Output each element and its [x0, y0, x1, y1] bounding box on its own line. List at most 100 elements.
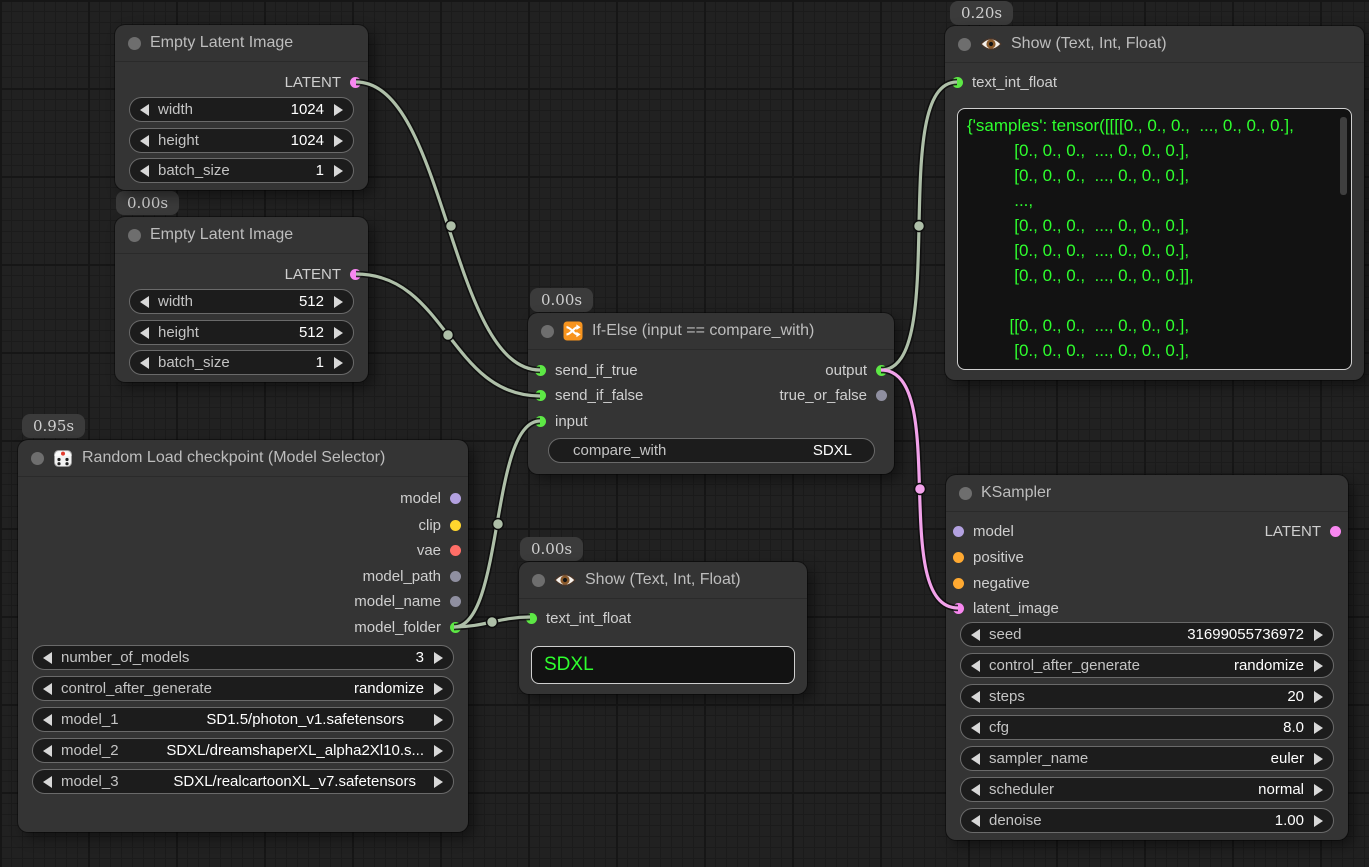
decrement-arrow-icon[interactable]: [43, 745, 52, 757]
decrement-arrow-icon[interactable]: [971, 784, 980, 796]
decrement-arrow-icon[interactable]: [971, 815, 980, 827]
node-empty-latent-image-1[interactable]: Empty Latent Image LATENT width 1024 hei…: [115, 25, 368, 190]
input-slot-negative[interactable]: negative: [953, 570, 1030, 596]
output-slot-clip[interactable]: clip: [418, 512, 461, 538]
widget-control-after-generate[interactable]: control_after_generate randomize: [32, 676, 454, 701]
slot-dot[interactable]: [876, 390, 887, 401]
node-title-bar[interactable]: If-Else (input == compare_with): [528, 313, 894, 350]
increment-arrow-icon[interactable]: [1314, 660, 1323, 672]
output-slot-latent[interactable]: LATENT: [285, 69, 361, 95]
decrement-arrow-icon[interactable]: [971, 660, 980, 672]
output-slot-true-or-false[interactable]: true_or_false: [779, 382, 887, 408]
decrement-arrow-icon[interactable]: [140, 135, 149, 147]
output-slot-model-name[interactable]: model_name: [354, 588, 461, 614]
widget-steps[interactable]: steps 20: [960, 684, 1334, 709]
increment-arrow-icon[interactable]: [334, 135, 343, 147]
node-title-bar[interactable]: Random Load checkpoint (Model Selector): [18, 440, 468, 477]
slot-dot[interactable]: [350, 77, 361, 88]
input-slot-text-int-float[interactable]: text_int_float: [526, 605, 631, 631]
slot-dot[interactable]: [450, 622, 461, 633]
widget-control-after-generate[interactable]: control_after_generate randomize: [960, 653, 1334, 678]
node-if-else[interactable]: If-Else (input == compare_with) send_if_…: [528, 313, 894, 474]
increment-arrow-icon[interactable]: [434, 745, 443, 757]
increment-arrow-icon[interactable]: [334, 357, 343, 369]
collapse-dot[interactable]: [958, 38, 971, 51]
decrement-arrow-icon[interactable]: [140, 327, 149, 339]
increment-arrow-icon[interactable]: [434, 652, 443, 664]
node-show-text-small[interactable]: Show (Text, Int, Float) text_int_float S…: [519, 562, 807, 694]
output-slot-latent[interactable]: LATENT: [1265, 518, 1341, 544]
widget-batch-size[interactable]: batch_size 1: [129, 350, 354, 375]
input-slot-send-if-false[interactable]: send_if_false: [535, 382, 643, 408]
output-slot-latent[interactable]: LATENT: [285, 261, 361, 287]
increment-arrow-icon[interactable]: [1314, 784, 1323, 796]
decrement-arrow-icon[interactable]: [43, 683, 52, 695]
decrement-arrow-icon[interactable]: [140, 296, 149, 308]
widget-number-of-models[interactable]: number_of_models 3: [32, 645, 454, 670]
input-slot-input[interactable]: input: [535, 408, 588, 434]
slot-dot[interactable]: [526, 613, 537, 624]
input-slot-text-int-float[interactable]: text_int_float: [952, 69, 1057, 95]
text-display-field[interactable]: SDXL: [531, 646, 795, 684]
input-slot-latent-image[interactable]: latent_image: [953, 595, 1059, 621]
slot-dot[interactable]: [450, 571, 461, 582]
increment-arrow-icon[interactable]: [334, 296, 343, 308]
widget-batch-size[interactable]: batch_size 1: [129, 158, 354, 183]
output-slot-model-folder[interactable]: model_folder: [354, 614, 461, 640]
decrement-arrow-icon[interactable]: [971, 722, 980, 734]
input-slot-model[interactable]: model: [953, 518, 1014, 544]
slot-dot[interactable]: [953, 578, 964, 589]
increment-arrow-icon[interactable]: [334, 327, 343, 339]
output-slot-output[interactable]: output: [825, 357, 887, 383]
widget-model-2[interactable]: model_2 SDXL/dreamshaperXL_alpha2Xl10.s.…: [32, 738, 454, 763]
slot-dot[interactable]: [952, 77, 963, 88]
collapse-dot[interactable]: [128, 37, 141, 50]
widget-sampler-name[interactable]: sampler_name euler: [960, 746, 1334, 771]
increment-arrow-icon[interactable]: [434, 683, 443, 695]
widget-height[interactable]: height 1024: [129, 128, 354, 153]
decrement-arrow-icon[interactable]: [971, 753, 980, 765]
increment-arrow-icon[interactable]: [434, 714, 443, 726]
slot-dot[interactable]: [350, 269, 361, 280]
slot-dot[interactable]: [876, 365, 887, 376]
decrement-arrow-icon[interactable]: [971, 629, 980, 641]
widget-height[interactable]: height 512: [129, 320, 354, 345]
output-slot-model[interactable]: model: [400, 485, 461, 511]
collapse-dot[interactable]: [128, 229, 141, 242]
widget-model-1[interactable]: model_1 SD1.5/photon_v1.safetensors: [32, 707, 454, 732]
decrement-arrow-icon[interactable]: [43, 652, 52, 664]
collapse-dot[interactable]: [532, 574, 545, 587]
scrollbar-thumb[interactable]: [1340, 117, 1347, 195]
collapse-dot[interactable]: [541, 325, 554, 338]
slot-dot[interactable]: [535, 390, 546, 401]
increment-arrow-icon[interactable]: [434, 776, 443, 788]
increment-arrow-icon[interactable]: [1314, 753, 1323, 765]
decrement-arrow-icon[interactable]: [43, 776, 52, 788]
slot-dot[interactable]: [450, 545, 461, 556]
widget-compare-with[interactable]: compare_with SDXL: [548, 438, 875, 463]
node-title-bar[interactable]: Show (Text, Int, Float): [945, 26, 1364, 63]
decrement-arrow-icon[interactable]: [140, 104, 149, 116]
node-empty-latent-image-2[interactable]: Empty Latent Image LATENT width 512 heig…: [115, 217, 368, 382]
widget-width[interactable]: width 512: [129, 289, 354, 314]
slot-dot[interactable]: [535, 416, 546, 427]
output-slot-model-path[interactable]: model_path: [363, 563, 461, 589]
increment-arrow-icon[interactable]: [1314, 815, 1323, 827]
widget-scheduler[interactable]: scheduler normal: [960, 777, 1334, 802]
widget-seed[interactable]: seed 31699055736972: [960, 622, 1334, 647]
node-ksampler[interactable]: KSampler model positive negative latent_…: [946, 475, 1348, 840]
widget-cfg[interactable]: cfg 8.0: [960, 715, 1334, 740]
slot-dot[interactable]: [1330, 526, 1341, 537]
decrement-arrow-icon[interactable]: [140, 165, 149, 177]
increment-arrow-icon[interactable]: [1314, 691, 1323, 703]
collapse-dot[interactable]: [31, 452, 44, 465]
input-slot-send-if-true[interactable]: send_if_true: [535, 357, 638, 383]
decrement-arrow-icon[interactable]: [971, 691, 980, 703]
node-title-bar[interactable]: KSampler: [946, 475, 1348, 512]
increment-arrow-icon[interactable]: [1314, 629, 1323, 641]
slot-dot[interactable]: [953, 552, 964, 563]
decrement-arrow-icon[interactable]: [43, 714, 52, 726]
increment-arrow-icon[interactable]: [334, 104, 343, 116]
widget-model-3[interactable]: model_3 SDXL/realcartoonXL_v7.safetensor…: [32, 769, 454, 794]
node-title-bar[interactable]: Empty Latent Image: [115, 217, 368, 254]
